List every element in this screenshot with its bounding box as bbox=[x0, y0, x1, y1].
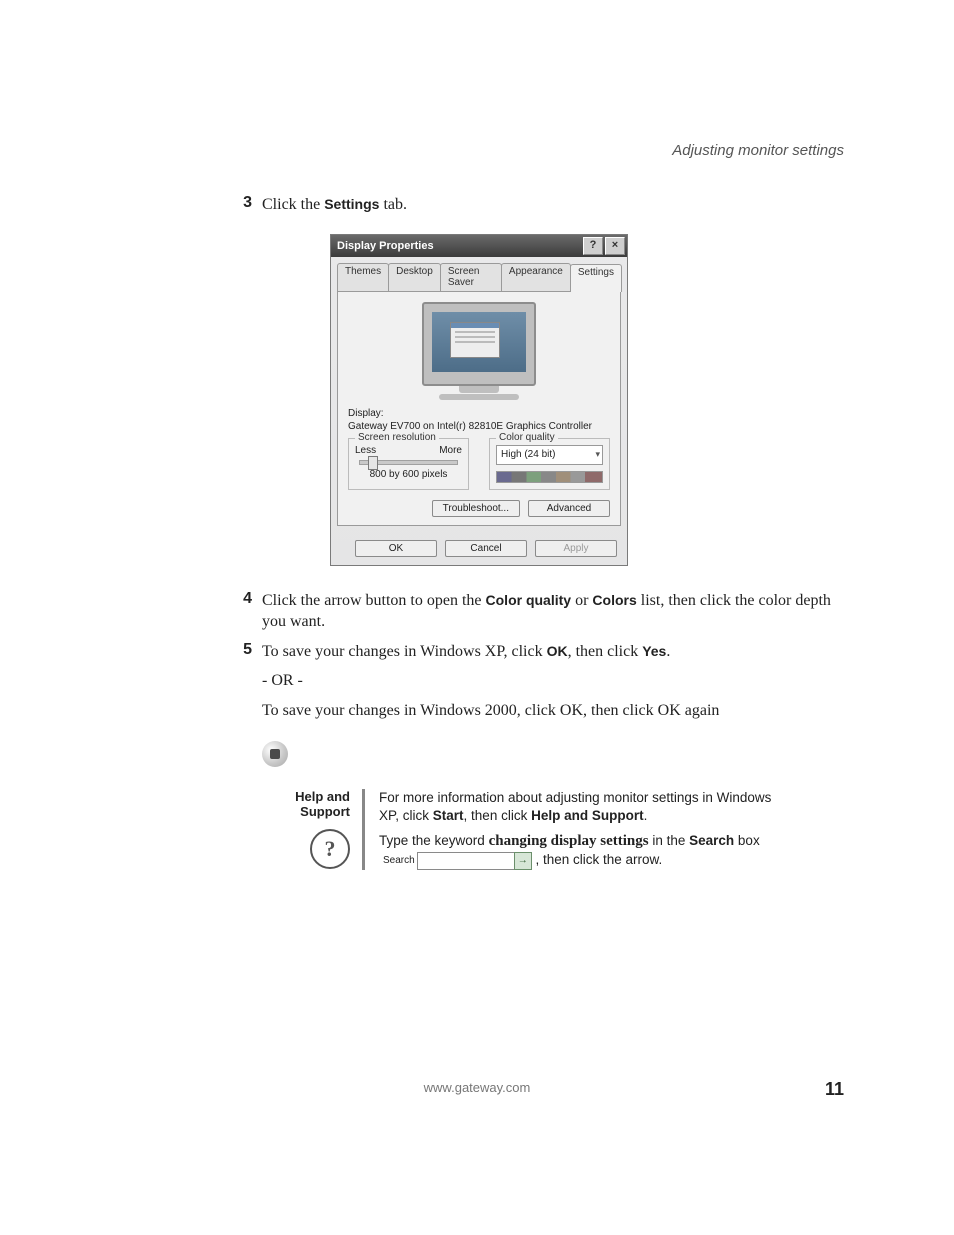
text-bold: OK bbox=[658, 702, 681, 719]
apply-button[interactable]: Apply bbox=[535, 540, 617, 557]
step-text: To save your changes in Windows XP, clic… bbox=[262, 641, 670, 663]
help-and-support-block: Help and Support ? For more information … bbox=[262, 789, 844, 870]
text: tab. bbox=[379, 196, 407, 213]
help-button[interactable]: ? bbox=[583, 237, 603, 255]
step-5-alt: To save your changes in Windows 2000, cl… bbox=[262, 700, 844, 722]
text: To save your changes in Windows 2000, cl… bbox=[262, 702, 560, 719]
chevron-down-icon: ▾ bbox=[595, 449, 600, 460]
screen-resolution-legend: Screen resolution bbox=[355, 432, 439, 443]
question-mark-icon: ? bbox=[310, 829, 350, 869]
text-bold: OK bbox=[560, 702, 583, 719]
ok-button[interactable]: OK bbox=[355, 540, 437, 557]
step-5: 5 To save your changes in Windows XP, cl… bbox=[230, 641, 844, 663]
text-bold: Start bbox=[433, 808, 464, 823]
color-quality-legend: Color quality bbox=[496, 432, 558, 443]
step-number: 5 bbox=[230, 641, 252, 663]
step-number: 3 bbox=[230, 194, 252, 216]
dialog-tabs: Themes Desktop Screen Saver Appearance S… bbox=[337, 263, 621, 291]
help-heading-line2: Support bbox=[262, 804, 350, 819]
slider-less-label: Less bbox=[355, 445, 376, 456]
keyword-text: changing display settings bbox=[489, 833, 649, 849]
color-quality-select[interactable]: High (24 bit) ▾ bbox=[496, 445, 603, 465]
dialog-footer-buttons: OK Cancel Apply bbox=[331, 532, 627, 565]
end-of-steps-icon bbox=[262, 741, 288, 767]
arrow-right-icon[interactable]: → bbox=[514, 852, 532, 870]
text: in the bbox=[649, 833, 690, 848]
text-bold: OK bbox=[547, 643, 568, 659]
close-button[interactable]: × bbox=[605, 237, 625, 255]
step-text: Click the Settings tab. bbox=[262, 194, 407, 216]
footer-url: www.gateway.com bbox=[0, 1080, 954, 1095]
text: , then click bbox=[464, 808, 532, 823]
step-number: 4 bbox=[230, 590, 252, 633]
text: Click the bbox=[262, 196, 324, 213]
search-input[interactable] bbox=[417, 852, 515, 870]
tab-themes[interactable]: Themes bbox=[337, 263, 389, 291]
text-bold: Color quality bbox=[486, 592, 572, 608]
text: , then click the arrow. bbox=[532, 852, 663, 867]
color-quality-group: Color quality High (24 bit) ▾ bbox=[489, 438, 610, 490]
vertical-divider bbox=[362, 789, 365, 870]
text-bold: Settings bbox=[324, 196, 379, 212]
troubleshoot-button[interactable]: Troubleshoot... bbox=[432, 500, 520, 517]
resolution-value: 800 by 600 pixels bbox=[355, 469, 462, 480]
display-value: Gateway EV700 on Intel(r) 82810E Graphic… bbox=[348, 421, 610, 432]
text-bold: Search bbox=[689, 833, 734, 848]
running-header: Adjusting monitor settings bbox=[672, 142, 844, 159]
help-body-text: For more information about adjusting mon… bbox=[379, 789, 779, 870]
screen-resolution-group: Screen resolution Less More 800 by 600 p… bbox=[348, 438, 469, 490]
text: , then click bbox=[583, 702, 658, 719]
tab-screensaver[interactable]: Screen Saver bbox=[440, 263, 502, 291]
tab-desktop[interactable]: Desktop bbox=[388, 263, 441, 291]
dialog-body: Display: Gateway EV700 on Intel(r) 82810… bbox=[337, 291, 621, 526]
text: Click the arrow button to open the bbox=[262, 592, 486, 609]
text: . bbox=[666, 643, 670, 660]
dialog-title-text: Display Properties bbox=[337, 240, 434, 252]
dialog-titlebar: Display Properties ? × bbox=[331, 235, 627, 257]
tab-appearance[interactable]: Appearance bbox=[501, 263, 571, 291]
text: box bbox=[734, 833, 760, 848]
step-3: 3 Click the Settings tab. bbox=[230, 194, 844, 216]
advanced-button[interactable]: Advanced bbox=[528, 500, 610, 517]
slider-more-label: More bbox=[439, 445, 462, 456]
resolution-slider[interactable] bbox=[359, 460, 458, 465]
dialog-window: Display Properties ? × Themes Desktop Sc… bbox=[330, 234, 628, 566]
page-number: 11 bbox=[825, 1079, 844, 1100]
step-text: Click the arrow button to open the Color… bbox=[262, 590, 844, 633]
color-preview-bar bbox=[496, 471, 603, 483]
step-4: 4 Click the arrow button to open the Col… bbox=[230, 590, 844, 633]
text-bold: Yes bbox=[642, 643, 666, 659]
tab-settings[interactable]: Settings bbox=[570, 264, 622, 292]
text: , then click bbox=[568, 643, 643, 660]
color-quality-value: High (24 bit) bbox=[501, 449, 555, 460]
text-bold: Help and Support bbox=[531, 808, 644, 823]
text: again bbox=[681, 702, 720, 719]
slider-thumb[interactable] bbox=[368, 456, 378, 470]
search-label: Search bbox=[383, 855, 415, 866]
document-page: Adjusting monitor settings 3 Click the S… bbox=[0, 0, 954, 1235]
text: or bbox=[571, 592, 592, 609]
text: Type the keyword bbox=[379, 833, 489, 848]
text: To save your changes in Windows XP, clic… bbox=[262, 643, 547, 660]
help-heading-column: Help and Support ? bbox=[262, 789, 362, 870]
display-label: Display: bbox=[348, 408, 610, 419]
help-heading-line1: Help and bbox=[262, 789, 350, 804]
cancel-button[interactable]: Cancel bbox=[445, 540, 527, 557]
or-separator: - OR - bbox=[262, 672, 844, 690]
text: . bbox=[644, 808, 648, 823]
text-bold: Colors bbox=[592, 592, 636, 608]
screenshot-display-properties: Display Properties ? × Themes Desktop Sc… bbox=[330, 234, 626, 566]
monitor-illustration bbox=[414, 302, 544, 400]
